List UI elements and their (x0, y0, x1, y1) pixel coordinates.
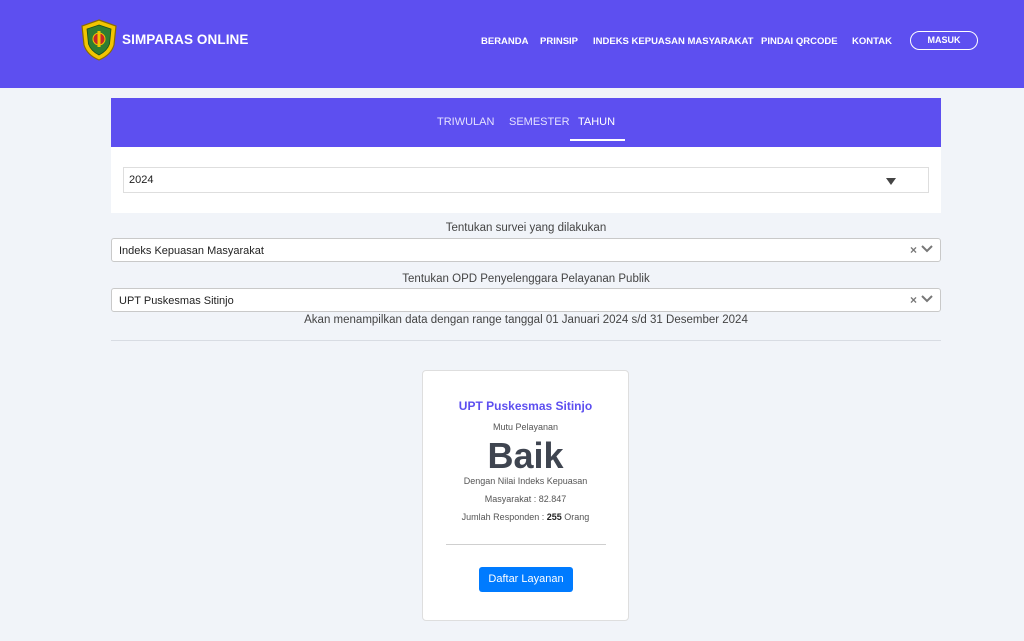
top-navbar: SIMPARAS ONLINE BERANDA PRINSIP INDEKS K… (0, 0, 1024, 88)
respondents-count: 255 (546, 512, 562, 522)
tab-triwulan[interactable]: TRIWULAN (437, 116, 494, 128)
tab-tahun[interactable]: TAHUN (578, 116, 615, 128)
period-card: TRIWULAN SEMESTER TAHUN 2024 (111, 98, 941, 213)
caret-down-icon (886, 178, 896, 185)
nav-prinsip[interactable]: PRINSIP (540, 36, 578, 47)
service-list-button[interactable]: Daftar Layanan (479, 567, 573, 592)
survey-select-value: Indeks Kepuasan Masyarakat (119, 245, 264, 257)
year-select[interactable]: 2024 (123, 167, 929, 193)
index-line-2: Masyarakat : 82.847 (484, 494, 567, 504)
chevron-down-icon[interactable] (920, 241, 934, 257)
result-card: UPT Puskesmas Sitinjo Mutu Pelayanan Bai… (422, 370, 629, 621)
opd-select-value: UPT Puskesmas Sitinjo (119, 295, 234, 307)
quality-value: Baik (487, 435, 564, 476)
period-tabs: TRIWULAN SEMESTER TAHUN (111, 98, 941, 147)
tab-semester[interactable]: SEMESTER (509, 116, 570, 128)
respondents-suffix: Orang (564, 512, 590, 522)
nav-indeks-kepuasan-masyarakat[interactable]: INDEKS KEPUASAN MASYARAKAT (593, 36, 753, 47)
opd-label: Tentukan OPD Penyelenggara Pelayanan Pub… (402, 273, 650, 285)
divider (111, 340, 941, 341)
year-select-value: 2024 (129, 174, 154, 186)
clear-icon[interactable]: × (910, 243, 917, 257)
chevron-down-icon[interactable] (920, 291, 934, 307)
respondents-prefix: Jumlah Responden : (461, 512, 545, 522)
nav-beranda[interactable]: BERANDA (481, 36, 529, 47)
date-range-text: Akan menampilkan data dengan range tangg… (304, 314, 748, 326)
login-button[interactable]: MASUK (910, 31, 978, 50)
survey-select[interactable]: Indeks Kepuasan Masyarakat × (111, 238, 941, 262)
respondents-line: Jumlah Responden : 255 Orang (423, 512, 628, 522)
survey-label: Tentukan survei yang dilakukan (445, 222, 607, 234)
clear-icon[interactable]: × (910, 293, 917, 307)
quality-label: Mutu Pelayanan (492, 422, 559, 432)
nav-kontak[interactable]: KONTAK (852, 36, 892, 47)
index-line-1: Dengan Nilai Indeks Kepuasan (463, 476, 588, 486)
opd-select[interactable]: UPT Puskesmas Sitinjo × (111, 288, 941, 312)
coat-of-arms-shield-icon[interactable] (80, 19, 118, 61)
brand-name[interactable]: SIMPARAS ONLINE (122, 32, 249, 47)
active-tab-indicator (570, 139, 625, 141)
unit-name: UPT Puskesmas Sitinjo (458, 399, 593, 413)
nav-pindai-qrcode[interactable]: PINDAI QRCODE (761, 36, 838, 47)
card-divider (446, 544, 606, 545)
